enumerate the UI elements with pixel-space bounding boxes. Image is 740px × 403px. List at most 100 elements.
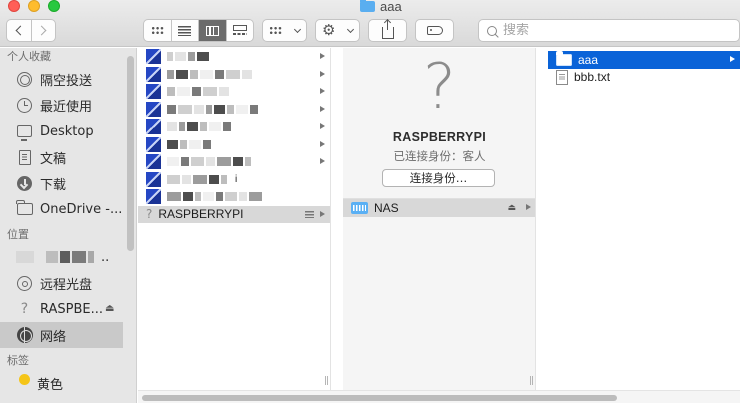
column-server: ? RASPBERRYPI 已连接身份：客人 连接身份… NAS ⏏ || — [343, 48, 536, 390]
redacted-host-name — [167, 157, 251, 167]
redacted-list-item[interactable] — [138, 153, 330, 171]
column-resize-handle[interactable]: || — [324, 376, 329, 386]
redacted-host-icon — [146, 84, 161, 100]
group-grid-icon — [269, 26, 282, 35]
sidebar-item-label: RASPBE... — [40, 301, 104, 317]
eject-icon[interactable]: ⏏ — [507, 202, 516, 213]
sidebar-item-label: OneDrive -... — [40, 201, 123, 217]
disclosure-arrow-icon — [320, 70, 325, 77]
question-icon: ? — [20, 301, 29, 317]
back-button[interactable] — [7, 20, 31, 41]
connection-status: 已连接身份：客人 — [393, 149, 486, 163]
yellow-tag-dot-icon — [19, 374, 30, 385]
share-list: NAS ⏏ — [343, 198, 535, 217]
sidebar-item-onedrive[interactable]: OneDrive -... — [0, 196, 136, 222]
view-mode-buttons — [143, 19, 254, 42]
list-item-nas[interactable]: NAS ⏏ — [343, 199, 535, 217]
list-item-raspberrypi[interactable]: ? RASPBERRYPI — [138, 205, 330, 223]
navigation-buttons — [6, 19, 56, 42]
disclosure-arrow-icon — [320, 53, 325, 59]
redacted-host-name — [167, 69, 252, 79]
redacted-host-name — [167, 139, 211, 149]
sidebar-item-remote-disc[interactable]: 远程光盘 — [0, 270, 136, 296]
redacted-list-item[interactable] — [138, 118, 330, 136]
list-item-bbb-txt[interactable]: bbb.txt — [548, 69, 740, 87]
share-button[interactable] — [368, 19, 407, 42]
sidebar-item-recents[interactable]: 最近使用 — [0, 92, 136, 118]
column-resize-handle[interactable]: || — [529, 376, 534, 386]
redacted-host-list: i — [138, 48, 330, 206]
grid-icon — [150, 26, 164, 35]
sidebar-item-network[interactable]: 网络 — [0, 322, 123, 348]
window-toolbar: aaa ⚙ — [0, 0, 740, 47]
redacted-list-item[interactable] — [138, 101, 330, 119]
redacted-list-item[interactable] — [138, 66, 330, 84]
sidebar-item-downloads[interactable]: 下载 — [0, 170, 136, 196]
server-name: RASPBERRYPI — [392, 130, 487, 144]
redacted-list-item[interactable]: i — [138, 171, 330, 189]
disclosure-arrow-icon — [320, 210, 325, 217]
redacted-list-item[interactable] — [138, 83, 330, 101]
list-view-button[interactable] — [170, 20, 199, 41]
sidebar-item-desktop[interactable]: Desktop — [0, 118, 136, 144]
clock-icon — [17, 97, 32, 113]
chevron-left-icon — [15, 25, 26, 36]
list-item-aaa[interactable]: aaa — [548, 51, 740, 69]
icon-view-button[interactable] — [144, 20, 171, 41]
redacted-host-icon — [146, 154, 161, 170]
zoom-window-button[interactable] — [48, 0, 60, 12]
action-menu-button[interactable]: ⚙ — [315, 19, 360, 42]
sidebar-item-device[interactable]: .. — [0, 244, 136, 270]
redacted-host-suffix: i — [235, 173, 238, 185]
eject-icon[interactable]: ⏏ — [105, 303, 114, 314]
redacted-host-icon — [146, 66, 161, 82]
list-item-label: aaa — [578, 52, 599, 67]
sidebar: 个人收藏 隔空投送 最近使用 Desktop 文稿 下载 OneDrive -.… — [0, 48, 137, 403]
search-field[interactable] — [478, 19, 740, 42]
close-window-button[interactable] — [8, 0, 20, 12]
redacted-host-name — [167, 174, 227, 184]
sidebar-item-documents[interactable]: 文稿 — [0, 144, 136, 170]
disclosure-arrow-icon — [320, 158, 325, 164]
horizontal-scrollbar-thumb[interactable] — [142, 395, 617, 401]
list-item-label: NAS — [374, 201, 399, 215]
disclosure-arrow-icon — [320, 123, 325, 129]
sidebar-scrollbar[interactable] — [127, 56, 134, 251]
sidebar-item-label: Desktop — [40, 123, 94, 139]
airdrop-icon — [17, 71, 32, 87]
minimize-window-button[interactable] — [28, 0, 40, 12]
disclosure-arrow-icon — [320, 88, 325, 94]
gallery-icon — [232, 24, 247, 36]
redacted-list-item[interactable] — [138, 136, 330, 154]
folder-icon — [556, 51, 572, 66]
sidebar-item-airdrop[interactable]: 隔空投送 — [0, 66, 136, 92]
sidebar-header-locations: 位置 — [7, 228, 29, 241]
redacted-host-name — [167, 52, 209, 62]
gallery-view-button[interactable] — [225, 20, 254, 41]
redacted-list-item[interactable] — [138, 188, 330, 206]
disclosure-arrow-icon — [730, 56, 735, 62]
sidebar-item-tag-yellow[interactable]: 黄色 — [0, 370, 136, 393]
redacted-host-name — [167, 87, 229, 97]
forward-button[interactable] — [30, 20, 56, 41]
sidebar-item-label: 远程光盘 — [40, 277, 93, 293]
sidebar-item-raspberrypi[interactable]: ? RASPBE... ⏏ — [0, 296, 136, 322]
tags-button[interactable] — [415, 19, 454, 42]
redacted-list-item[interactable] — [138, 48, 330, 66]
chevron-right-icon — [36, 25, 47, 36]
sidebar-item-label: 最近使用 — [40, 99, 93, 115]
redacted-host-icon — [146, 189, 161, 205]
text-file-icon — [556, 69, 568, 85]
question-icon: ? — [146, 207, 153, 222]
search-input[interactable] — [503, 23, 703, 38]
column-view-button[interactable] — [198, 20, 226, 41]
sidebar-item-label: 网络 — [40, 329, 67, 345]
connect-as-button[interactable]: 连接身份… — [382, 169, 495, 187]
server-info-panel: ? RASPBERRYPI 已连接身份：客人 连接身份… — [343, 48, 535, 198]
redacted-host-icon — [146, 119, 161, 135]
sidebar-item-label: 隔空投送 — [40, 73, 93, 89]
group-by-button[interactable] — [262, 19, 307, 42]
list-item-label: RASPBERRYPI — [158, 207, 244, 222]
desktop-icon — [17, 125, 32, 141]
disclosure-arrow-icon — [320, 140, 325, 147]
